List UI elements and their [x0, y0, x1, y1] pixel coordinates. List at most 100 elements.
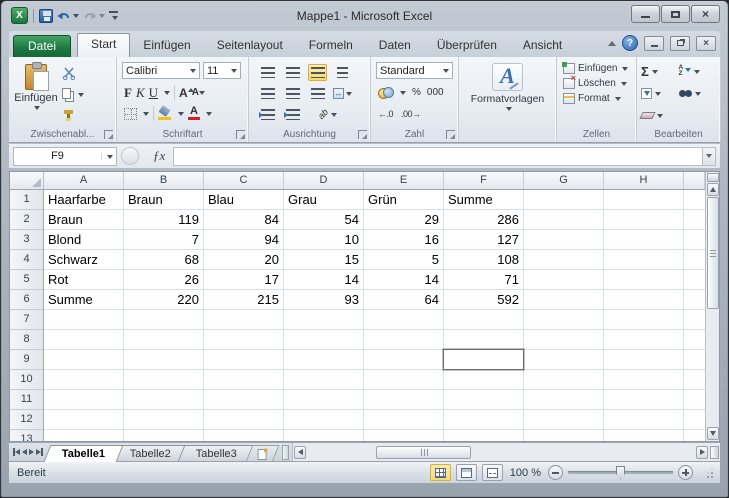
cell-a6[interactable]: Summe: [44, 290, 124, 310]
dialog-launcher-icon[interactable]: [358, 130, 367, 139]
font-color-button[interactable]: A: [188, 106, 200, 120]
thousands-button[interactable]: 000: [427, 87, 444, 98]
cell-e1[interactable]: Grün: [364, 190, 444, 210]
cell-b5[interactable]: 26: [124, 270, 204, 290]
font-family-select[interactable]: Calibri: [122, 62, 200, 79]
resize-grip[interactable]: [702, 467, 714, 479]
clear-button[interactable]: [639, 106, 679, 124]
tab-datei[interactable]: Datei: [13, 35, 72, 57]
tab-split-handle[interactable]: [282, 444, 290, 460]
workbook-close-button[interactable]: ×: [696, 35, 716, 51]
orientation-button[interactable]: ab: [316, 106, 337, 123]
percent-button[interactable]: %: [412, 87, 421, 98]
name-box-dropdown[interactable]: [101, 152, 116, 160]
cell-b2[interactable]: 119: [124, 210, 204, 230]
fill-button[interactable]: [641, 84, 679, 102]
paste-dropdown[interactable]: [34, 106, 40, 113]
cell-f3[interactable]: 127: [444, 230, 524, 250]
horizontal-scroll-track[interactable]: [306, 445, 696, 459]
cell-a3[interactable]: Blond: [44, 230, 124, 250]
autosum-button[interactable]: Σ: [641, 62, 679, 80]
delete-cells-button[interactable]: Löschen: [560, 73, 633, 89]
cell-c4[interactable]: 20: [204, 250, 284, 270]
cell-c1[interactable]: Blau: [204, 190, 284, 210]
cell-c6[interactable]: 215: [204, 290, 284, 310]
copy-button[interactable]: [60, 85, 86, 103]
currency-dropdown[interactable]: [400, 91, 406, 98]
cell-e6[interactable]: 64: [364, 290, 444, 310]
column-header-h[interactable]: H: [604, 172, 684, 189]
font-family-dropdown[interactable]: [190, 69, 196, 76]
dialog-launcher-icon[interactable]: [446, 130, 455, 139]
cell-f2[interactable]: 286: [444, 210, 524, 230]
tab-ueberpruefen[interactable]: Überprüfen: [424, 34, 510, 57]
column-header-partial[interactable]: [684, 172, 705, 189]
format-cells-dropdown[interactable]: [614, 97, 621, 104]
cell-c3[interactable]: 94: [204, 230, 284, 250]
dialog-launcher-icon[interactable]: [236, 130, 245, 139]
decrease-decimal-button[interactable]: .00→: [401, 109, 421, 119]
zoom-in-button[interactable]: [678, 465, 693, 480]
row-header[interactable]: 13: [10, 430, 43, 441]
zoom-slider-thumb[interactable]: [616, 466, 625, 479]
page-layout-view-button[interactable]: [455, 464, 477, 481]
insert-function-button[interactable]: ƒx: [153, 148, 165, 164]
previous-sheet-button[interactable]: [22, 449, 27, 455]
underline-button[interactable]: U: [149, 85, 158, 101]
italic-button[interactable]: K: [136, 85, 145, 101]
cell-d2[interactable]: 54: [284, 210, 364, 230]
zoom-level[interactable]: 100 %: [510, 467, 541, 479]
align-top-button[interactable]: [258, 64, 277, 81]
cell-e4[interactable]: 5: [364, 250, 444, 270]
zoom-out-button[interactable]: [548, 465, 563, 480]
column-header-f[interactable]: F: [444, 172, 524, 189]
find-dropdown[interactable]: [694, 91, 701, 99]
fill-dropdown[interactable]: [655, 91, 661, 99]
row-header[interactable]: 12: [10, 410, 43, 430]
workbook-minimize-button[interactable]: [644, 35, 664, 51]
normal-view-button[interactable]: [429, 464, 451, 481]
row-header[interactable]: 5: [10, 270, 43, 290]
cell-e3[interactable]: 16: [364, 230, 444, 250]
tab-daten[interactable]: Daten: [366, 34, 424, 57]
align-middle-button[interactable]: [283, 64, 302, 81]
cell-d3[interactable]: 10: [284, 230, 364, 250]
column-header-c[interactable]: C: [204, 172, 284, 189]
cell-f1[interactable]: Summe: [444, 190, 524, 210]
row-header[interactable]: 1: [10, 190, 43, 210]
column-header-d[interactable]: D: [284, 172, 364, 189]
tab-start[interactable]: Start: [77, 33, 131, 57]
column-header-e[interactable]: E: [364, 172, 444, 189]
autosum-dropdown[interactable]: [651, 69, 658, 77]
formula-input[interactable]: [173, 146, 702, 166]
format-painter-button[interactable]: [60, 106, 86, 124]
insert-worksheet-button[interactable]: [245, 444, 280, 462]
cell-c2[interactable]: 84: [204, 210, 284, 230]
cell-d6[interactable]: 93: [284, 290, 364, 310]
borders-dropdown[interactable]: [143, 112, 149, 119]
scroll-left-button[interactable]: [294, 445, 307, 459]
cell-b4[interactable]: 68: [124, 250, 204, 270]
align-center-button[interactable]: [283, 85, 302, 102]
maximize-button[interactable]: [661, 5, 690, 23]
increase-indent-button[interactable]: [283, 106, 302, 123]
merge-dropdown[interactable]: [346, 91, 352, 99]
cell-f4[interactable]: 108: [444, 250, 524, 270]
expand-formula-bar-button[interactable]: [702, 146, 716, 166]
cell-a1[interactable]: Haarfarbe: [44, 190, 124, 210]
insert-cells-dropdown[interactable]: [622, 67, 629, 74]
sheet-tab-tabelle1[interactable]: Tabelle1: [43, 444, 124, 462]
column-header-g[interactable]: G: [524, 172, 604, 189]
dialog-launcher-icon[interactable]: [104, 130, 113, 139]
tab-formeln[interactable]: Formeln: [296, 34, 366, 57]
currency-icon[interactable]: [378, 87, 394, 99]
scroll-up-button[interactable]: [706, 183, 719, 196]
cell-a4[interactable]: Schwarz: [44, 250, 124, 270]
next-sheet-button[interactable]: [29, 449, 34, 455]
sort-filter-button[interactable]: AZ: [679, 62, 717, 80]
fill-color-dropdown[interactable]: [178, 112, 184, 119]
copy-dropdown[interactable]: [78, 92, 84, 100]
scroll-down-button[interactable]: [706, 427, 719, 440]
row-header[interactable]: 6: [10, 290, 43, 310]
horizontal-split-handle[interactable]: [710, 445, 719, 459]
